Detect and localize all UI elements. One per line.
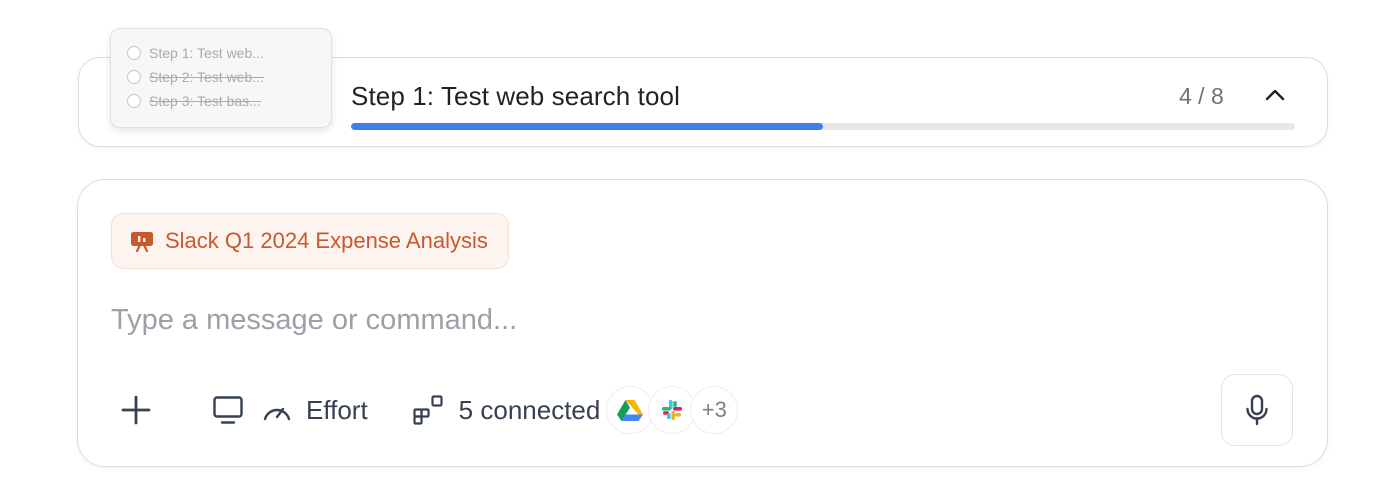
step-list-item-label: Step 2: Test web... <box>149 69 264 85</box>
message-input[interactable] <box>111 298 1261 342</box>
effort-button[interactable]: Effort <box>261 385 368 435</box>
step-status-circle-icon <box>127 46 141 60</box>
message-composer: Slack Q1 2024 Expense Analysis Type a me… <box>77 179 1328 467</box>
collapse-button[interactable] <box>1260 80 1290 110</box>
step-list-item-label: Step 3: Test bas... <box>149 93 261 109</box>
more-apps-count: +3 <box>690 386 739 434</box>
chat-stage: Step 1: Test web... Step 2: Test web... … <box>0 0 1400 496</box>
step-list-item[interactable]: Step 2: Test web... <box>127 65 331 89</box>
connectors-label: 5 connected <box>458 394 601 425</box>
step-list-item[interactable]: Step 3: Test bas... <box>127 89 331 113</box>
progress-bar-fill <box>351 123 823 130</box>
plus-icon <box>121 395 151 425</box>
chevron-up-icon <box>1265 89 1285 101</box>
voice-input-button[interactable] <box>1221 374 1293 446</box>
step-list-popover[interactable]: Step 1: Test web... Step 2: Test web... … <box>110 28 332 128</box>
composer-toolbar: Effort 5 connected +3 <box>111 385 739 435</box>
step-list-item[interactable]: Step 1: Test web... <box>127 41 331 65</box>
monitor-icon <box>213 396 243 424</box>
step-counter: 4 / 8 <box>1179 83 1224 109</box>
current-step-title: Step 1: Test web search tool <box>351 81 680 111</box>
apps-icon <box>413 395 443 425</box>
step-status-circle-icon <box>127 70 141 84</box>
google-drive-icon <box>606 386 655 434</box>
screen-share-button[interactable] <box>208 385 248 435</box>
step-list-item-label: Step 1: Test web... <box>149 45 264 61</box>
attachment-chip-label: Slack Q1 2024 Expense Analysis <box>165 228 488 253</box>
attachment-chip[interactable]: Slack Q1 2024 Expense Analysis <box>111 213 509 269</box>
connectors-button[interactable]: 5 connected +3 <box>412 385 739 435</box>
gauge-icon <box>263 407 291 421</box>
connected-apps: +3 <box>606 386 739 434</box>
microphone-icon <box>1246 394 1268 426</box>
step-status-circle-icon <box>127 94 141 108</box>
progress-bar <box>351 123 1295 130</box>
effort-label: Effort <box>306 394 368 425</box>
add-button[interactable] <box>111 385 161 435</box>
slack-icon <box>648 386 697 434</box>
presentation-icon <box>129 229 155 253</box>
